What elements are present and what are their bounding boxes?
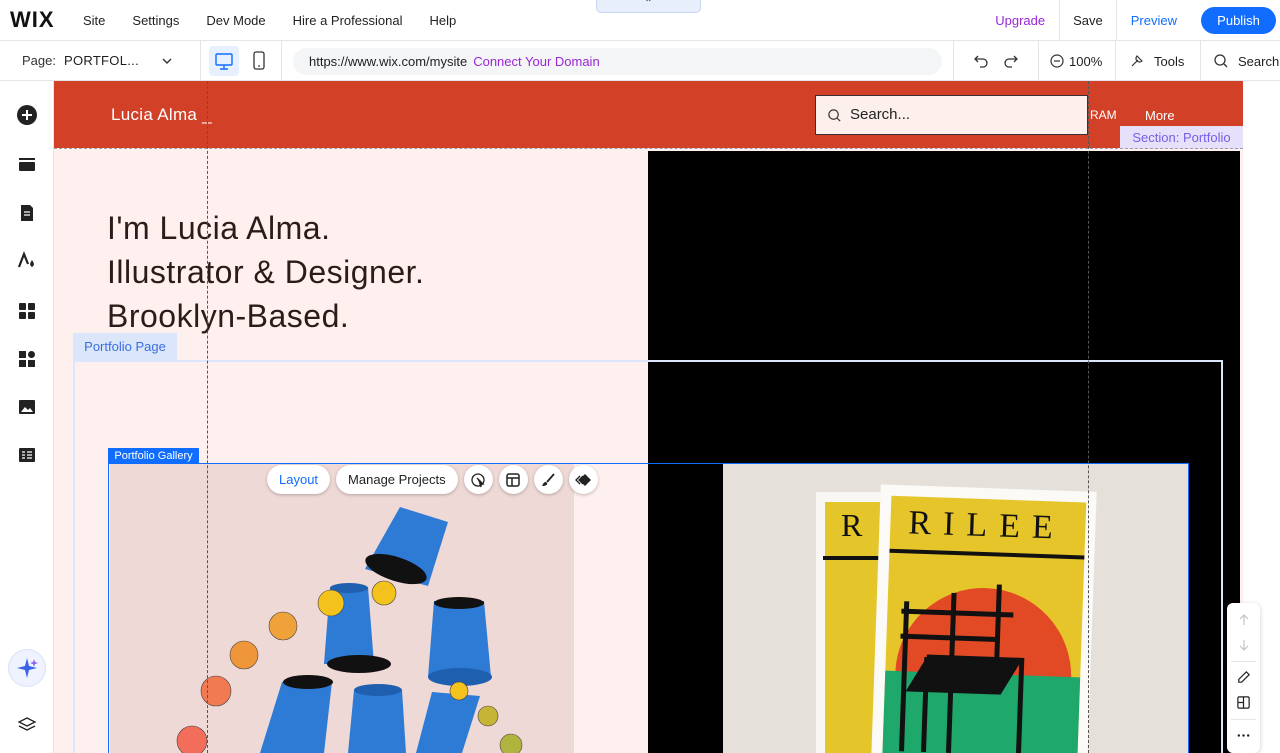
design-button[interactable]	[533, 465, 563, 494]
top-right-actions: Upgrade Save Preview Publish	[995, 0, 1280, 41]
top-menu: Site Settings Dev Mode Hire a Profession…	[83, 13, 483, 28]
page-toolbar: Page: PORTFOL... https://www.wix.com/mys…	[0, 41, 1280, 81]
page-selector[interactable]: PORTFOL...	[64, 53, 139, 68]
section-layout-icon[interactable]	[1236, 695, 1251, 710]
interaction-icon	[471, 472, 485, 487]
divider	[1231, 661, 1256, 662]
site-header[interactable]: Lucia Alma _ Search... RAM More	[54, 81, 1243, 148]
desktop-view-button[interactable]	[209, 46, 239, 76]
sections-icon[interactable]	[17, 155, 37, 175]
desktop-icon	[215, 53, 233, 70]
gallery-toolbar: Layout Manage Projects	[267, 465, 598, 495]
cms-icon[interactable]	[17, 445, 37, 465]
apps-icon[interactable]	[17, 301, 37, 321]
publish-button[interactable]: Publish	[1201, 7, 1276, 34]
animation-icon	[575, 473, 592, 486]
chevron-down-icon[interactable]	[161, 55, 173, 67]
guide-line-left[interactable]	[207, 81, 208, 753]
editor-canvas[interactable]: Lucia Alma _ Search... RAM More Section:…	[54, 81, 1280, 753]
divider	[1115, 0, 1117, 41]
site-search-placeholder: Search...	[850, 106, 911, 123]
editor-tools: 100% Tools Search	[953, 41, 1280, 81]
tools-button[interactable]: Tools	[1115, 41, 1200, 81]
portfolio-page-tag[interactable]: Portfolio Page	[73, 333, 177, 360]
portfolio-gallery-tag[interactable]: Portfolio Gallery	[108, 448, 199, 464]
pages-icon[interactable]	[17, 203, 37, 223]
business-apps-icon[interactable]	[17, 349, 37, 369]
url-bar[interactable]: https://www.wix.com/mysite Connect Your D…	[293, 48, 942, 75]
undo-icon[interactable]	[973, 53, 989, 69]
site-preview[interactable]: Lucia Alma _ Search... RAM More Section:…	[54, 81, 1243, 753]
move-down-icon[interactable]	[1237, 638, 1251, 652]
upgrade-link[interactable]: Upgrade	[995, 13, 1045, 28]
interactions-button[interactable]	[463, 465, 493, 494]
brush-icon	[542, 472, 555, 486]
site-search-box[interactable]: Search...	[815, 95, 1088, 135]
animation-button[interactable]	[568, 465, 598, 494]
section-tag[interactable]: Section: Portfolio	[1120, 126, 1243, 149]
search-label: Search	[1238, 53, 1280, 69]
collapse-toolbar-tab[interactable]: ⌃	[596, 0, 701, 13]
connect-domain-link[interactable]: Connect Your Domain	[473, 54, 599, 69]
move-up-icon[interactable]	[1237, 613, 1251, 627]
site-name[interactable]: Lucia Alma _	[111, 105, 212, 125]
section-divider	[54, 148, 1243, 149]
design-icon[interactable]	[17, 251, 37, 271]
portfolio-gallery-frame	[108, 463, 1189, 753]
hero-line: Illustrator & Designer.	[107, 254, 425, 290]
manage-projects-button[interactable]: Manage Projects	[336, 465, 458, 494]
ai-assistant-button[interactable]	[9, 650, 45, 686]
menu-settings[interactable]: Settings	[132, 13, 179, 28]
device-switcher	[200, 41, 282, 81]
menu-site[interactable]: Site	[83, 13, 105, 28]
nav-item-partial[interactable]: RAM	[1090, 108, 1117, 122]
divider	[1059, 0, 1061, 41]
more-actions-icon[interactable]	[1236, 728, 1251, 743]
chevron-up-icon: ⌃	[644, 0, 653, 9]
add-icon[interactable]	[17, 105, 37, 125]
menu-hire-professional[interactable]: Hire a Professional	[293, 13, 403, 28]
hero-line: Brooklyn-Based.	[107, 298, 350, 334]
search-button[interactable]: Search	[1200, 41, 1280, 81]
floating-quick-panel	[1227, 603, 1260, 753]
guide-line-right[interactable]	[1088, 81, 1089, 753]
site-url: https://www.wix.com/mysite	[309, 54, 468, 69]
zoom-control[interactable]: 100%	[1038, 41, 1115, 81]
media-icon[interactable]	[17, 397, 37, 417]
redo-icon[interactable]	[1003, 53, 1019, 69]
menu-help[interactable]: Help	[429, 13, 456, 28]
layout-button[interactable]: Layout	[267, 465, 331, 494]
left-sidebar	[0, 81, 54, 753]
mobile-view-icon[interactable]	[251, 51, 267, 71]
layout-icon	[506, 472, 520, 487]
undo-redo-group	[953, 41, 1038, 81]
zoom-out-icon	[1050, 54, 1064, 68]
search-icon	[828, 109, 841, 122]
layers-icon[interactable]	[17, 715, 37, 735]
page-label: Page:	[22, 53, 56, 68]
divider	[1231, 719, 1256, 720]
preview-button[interactable]: Preview	[1131, 13, 1177, 28]
save-button[interactable]: Save	[1073, 13, 1103, 28]
tools-label: Tools	[1154, 53, 1185, 69]
hero-text[interactable]: I'm Lucia Alma. Illustrator & Designer. …	[107, 206, 424, 338]
zoom-level: 100%	[1069, 53, 1103, 69]
nav-item-more[interactable]: More	[1145, 108, 1175, 123]
wix-logo[interactable]: WIX	[10, 7, 70, 33]
hero-line: I'm Lucia Alma.	[107, 210, 331, 246]
search-icon	[1214, 54, 1228, 68]
menu-dev-mode[interactable]: Dev Mode	[206, 13, 265, 28]
edit-icon[interactable]	[1236, 670, 1251, 685]
ai-assistant-icon	[17, 658, 38, 678]
tools-icon	[1131, 55, 1143, 67]
layout-template-button[interactable]	[498, 465, 528, 494]
